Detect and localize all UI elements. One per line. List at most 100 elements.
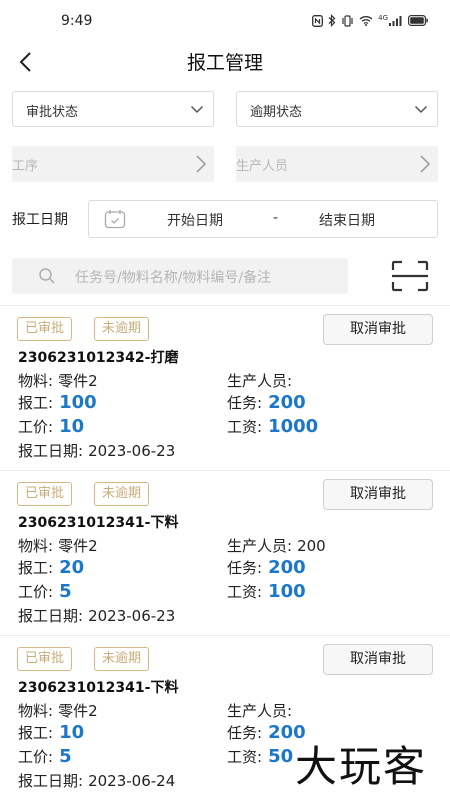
material-field: 物料: 零件2	[18, 535, 98, 556]
report-label: 报工:	[18, 394, 54, 412]
chevron-right-icon	[420, 155, 431, 173]
report-date-label: 报工日期:	[18, 442, 84, 460]
record-title: 2306231012341-下料	[18, 680, 179, 696]
producer-label: 生产人员:	[227, 702, 293, 720]
producer-label: 生产人员	[236, 159, 289, 174]
unit-price-field: 工价: 5	[18, 746, 72, 767]
report-date-value: 2023-06-23	[88, 442, 176, 460]
unit-price-label: 工价:	[18, 583, 54, 601]
calendar-icon	[104, 210, 126, 229]
status-bar: 9:49 4G	[0, 0, 450, 44]
wage-value: 1000	[268, 416, 319, 437]
report-qty-field: 报工: 100	[18, 392, 97, 413]
chevron-down-icon	[190, 105, 204, 114]
task-label: 任务:	[227, 724, 263, 742]
producer-label: 生产人员:	[227, 537, 293, 555]
not-overdue-tag: 未逾期	[94, 647, 150, 671]
wifi-icon	[359, 16, 373, 26]
unit-price-value: 5	[59, 581, 72, 602]
report-date-label: 报工日期	[12, 212, 68, 228]
material-value: 零件2	[58, 372, 98, 390]
process-label: 工序	[12, 159, 39, 174]
producer-field: 生产人员: 200	[227, 535, 326, 556]
report-date-value: 2023-06-23	[88, 607, 176, 625]
unit-price-label: 工价:	[18, 418, 54, 436]
chevron-right-icon	[196, 155, 207, 173]
report-date-field: 报工日期: 2023-06-23	[18, 605, 175, 626]
report-date-label: 报工日期:	[18, 772, 84, 790]
date-separator: -	[273, 210, 279, 226]
wage-value: 50	[268, 746, 294, 767]
overdue-status-label: 逾期状态	[250, 105, 303, 120]
not-overdue-tag: 未逾期	[94, 317, 150, 341]
report-date-label: 报工日期:	[18, 607, 84, 625]
report-label: 报工:	[18, 724, 54, 742]
approved-tag: 已审批	[17, 317, 73, 341]
cancel-approval-button[interactable]: 取消审批	[323, 479, 433, 510]
task-label: 任务:	[227, 559, 263, 577]
vibrate-icon	[342, 14, 353, 27]
status-icons: 4G	[312, 14, 428, 27]
report-card[interactable]: 已审批 未逾期 取消审批 2306231012342-打磨 物料: 零件2 生产人…	[0, 306, 450, 471]
cancel-approval-button[interactable]: 取消审批	[323, 314, 433, 345]
material-label: 物料:	[18, 537, 54, 555]
material-value: 零件2	[58, 537, 98, 555]
unit-price-label: 工价:	[18, 748, 54, 766]
unit-price-field: 工价: 5	[18, 581, 72, 602]
chevron-down-icon	[414, 105, 428, 114]
report-card[interactable]: 已审批 未逾期 取消审批 2306231012341-下料 物料: 零件2 生产人…	[0, 471, 450, 636]
wage-label: 工资:	[227, 583, 263, 601]
search-input[interactable]: 任务号/物料名称/物料编号/备注	[12, 258, 348, 294]
material-field: 物料: 零件2	[18, 700, 98, 721]
start-date-field[interactable]: 开始日期	[167, 210, 223, 230]
task-qty-field: 任务: 200	[227, 557, 306, 578]
not-overdue-tag: 未逾期	[94, 482, 150, 506]
report-qty-field: 报工: 20	[18, 557, 84, 578]
battery-icon	[408, 15, 428, 26]
material-field: 物料: 零件2	[18, 370, 98, 391]
unit-price-value: 5	[59, 746, 72, 767]
scan-button[interactable]	[391, 260, 429, 292]
report-qty-field: 报工: 10	[18, 722, 84, 743]
report-date-field: 报工日期: 2023-06-24	[18, 770, 175, 791]
page-title: 报工管理	[186, 52, 263, 74]
report-value: 10	[59, 722, 85, 743]
report-label: 报工:	[18, 559, 54, 577]
material-label: 物料:	[18, 702, 54, 720]
process-picker[interactable]: 工序	[12, 146, 214, 182]
producer-picker[interactable]: 生产人员	[236, 146, 438, 182]
report-value: 20	[59, 557, 85, 578]
producer-value: 200	[297, 537, 326, 555]
task-qty-field: 任务: 200	[227, 392, 306, 413]
wage-field: 工资: 50	[227, 746, 293, 767]
producer-label: 生产人员:	[227, 372, 293, 390]
material-value: 零件2	[58, 702, 98, 720]
material-label: 物料:	[18, 372, 54, 390]
task-qty-field: 任务: 200	[227, 722, 306, 743]
overdue-status-select[interactable]: 逾期状态	[236, 91, 438, 127]
unit-price-value: 10	[59, 416, 85, 437]
cancel-approval-button[interactable]: 取消审批	[323, 644, 433, 675]
wage-label: 工资:	[227, 418, 263, 436]
nfc-icon	[312, 14, 324, 27]
producer-field: 生产人员:	[227, 370, 297, 391]
network-type: 4G	[378, 14, 388, 22]
wage-label: 工资:	[227, 748, 263, 766]
date-range-picker[interactable]: 开始日期 - 结束日期	[88, 200, 438, 238]
end-date-field[interactable]: 结束日期	[319, 210, 375, 230]
wage-field: 工资: 1000	[227, 416, 318, 437]
status-time: 9:49	[61, 13, 93, 29]
record-title: 2306231012342-打磨	[18, 350, 179, 366]
task-label: 任务:	[227, 394, 263, 412]
record-title: 2306231012341-下料	[18, 515, 179, 531]
search-icon	[39, 268, 55, 284]
producer-field: 生产人员:	[227, 700, 297, 721]
wage-value: 100	[268, 581, 306, 602]
task-value: 200	[268, 392, 306, 413]
watermark: 大玩客	[295, 742, 428, 791]
app-header: 报工管理	[0, 40, 450, 80]
approval-status-select[interactable]: 审批状态	[12, 91, 214, 127]
report-date-value: 2023-06-24	[88, 772, 176, 790]
bluetooth-icon	[328, 14, 336, 27]
report-value: 100	[59, 392, 97, 413]
